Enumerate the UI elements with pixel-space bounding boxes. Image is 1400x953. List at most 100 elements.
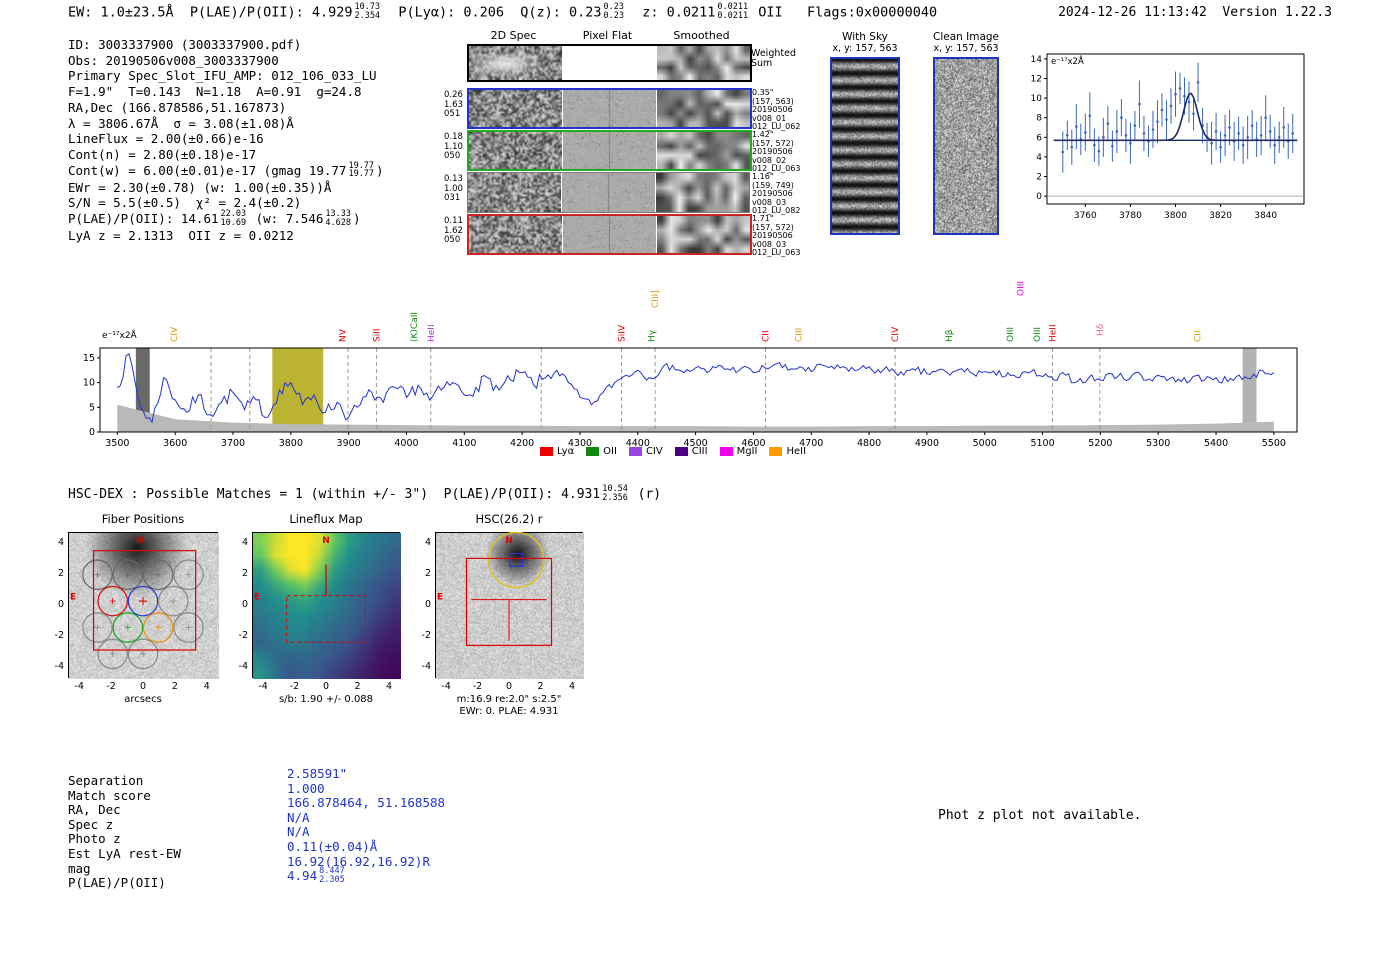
legend-item: HeII xyxy=(769,446,806,457)
with-sky-coords: x, y: 157, 563 xyxy=(832,43,898,54)
svg-text:OIII: OIII xyxy=(1017,281,1027,296)
match-row-label: mag xyxy=(68,860,91,876)
elixer-report-page: EW: 1.0±23.5Å P(LAE)/P(OII): 4.929 10.73 2… xyxy=(0,0,1400,953)
spectrum-legend: Lyα OII CIV CIII MgII HeII xyxy=(540,446,806,457)
x-tick-label: -4 xyxy=(74,681,84,692)
match-row-label: Separation xyxy=(68,773,144,788)
legend-swatch xyxy=(586,447,600,456)
spec2d-image xyxy=(469,216,562,253)
text-segment: RA,Dec (166.878586,51.167873) xyxy=(68,99,287,115)
text-segment: ) xyxy=(376,162,384,178)
text-segment: LyA z = 2.1313 OII z = 0.0212 xyxy=(68,228,294,244)
pixelflat-image xyxy=(563,46,656,80)
legend-item: OII xyxy=(586,446,617,457)
match-row-label: RA, Dec xyxy=(68,802,121,818)
svg-text:(K)CaII: (K)CaII xyxy=(410,312,420,342)
x-tick-label: 4 xyxy=(568,681,575,692)
x-tick-label: 4 xyxy=(203,681,210,692)
svg-text:CII: CII xyxy=(762,330,772,342)
spec2d-row-left-label: 0.26 1.63 051 xyxy=(444,90,463,119)
svg-text:3600: 3600 xyxy=(163,438,187,449)
text-segment: Cont(n) = 2.80(±0.18)e-17 xyxy=(68,146,257,162)
svg-text:CII: CII xyxy=(1194,330,1204,342)
match-row-label: Photo z xyxy=(68,831,121,847)
text-segment: ) xyxy=(352,211,361,227)
svg-text:N: N xyxy=(136,536,144,546)
svg-text:e⁻¹⁷x2Å: e⁻¹⁷x2Å xyxy=(102,329,138,341)
hsc-cutout-overlay: NE xyxy=(437,532,553,646)
spec2d-row-right-label: 0.35" (157, 563) 20190506 v008_01 012_LU_062 xyxy=(752,88,801,132)
legend-label: CIII xyxy=(691,446,708,457)
svg-text:E: E xyxy=(70,593,76,603)
y-tick-label: 4 xyxy=(241,536,248,548)
spec2d-row xyxy=(467,214,752,255)
svg-text:CIV: CIV xyxy=(891,326,901,342)
legend-label: OII xyxy=(603,446,617,457)
text-segment: P(Lyα): 0.206 Q(z): 0.23 xyxy=(382,4,602,21)
text-segment: λ = 3806.67Å σ = 3.08(±1.08)Å xyxy=(68,115,294,131)
full-spectrum-chart: 0510153500 3600 3700 3800 3900 4000 4100 4200 43… xyxy=(84,281,1298,449)
spec2d-row-right-label: 1.71" (157, 572) 20190506 v008_03 012_LU_063 xyxy=(752,214,801,258)
svg-text:OIII: OIII xyxy=(1006,327,1016,342)
svg-text:HeII: HeII xyxy=(427,324,437,342)
info-line: RA,Dec (166.878586,51.167873) xyxy=(68,100,384,116)
svg-text:4100: 4100 xyxy=(452,438,476,449)
text-segment: HSC-DEX : Possible Matches = 1 (within +… xyxy=(68,487,601,502)
info-line: F=1.9" T=0.143 N=1.18 A=0.91 g=24.8 xyxy=(68,84,384,100)
info-line: Primary Spec_Slot_IFU_AMP: 012_106_033_L… xyxy=(68,68,384,84)
text-segment: Primary Spec_Slot_IFU_AMP: 012_106_033_L… xyxy=(68,68,377,84)
info-line: LyA z = 2.1313 OII z = 0.0212 xyxy=(68,228,384,244)
text-segment: F=1.9" T=0.143 N=1.18 A=0.91 g=24.8 xyxy=(68,84,362,100)
text-segment: LineFlux = 2.00(±0.66)e-16 xyxy=(68,131,264,147)
svg-text:NV: NV xyxy=(338,328,348,342)
svg-text:0: 0 xyxy=(89,427,95,438)
match-row-value: 0.11(±0.04)Å xyxy=(287,838,378,854)
svg-text:3900: 3900 xyxy=(337,438,361,449)
text-segment: EWr = 2.30(±0.78) (w: 1.00(±0.35))Å xyxy=(68,179,332,195)
spec2d-image xyxy=(469,46,562,80)
x-tick-label: 4 xyxy=(385,681,392,692)
svg-text:4200: 4200 xyxy=(510,438,534,449)
smoothed-image xyxy=(657,216,750,253)
svg-text:4900: 4900 xyxy=(915,438,939,449)
legend-item: Lyα xyxy=(540,446,574,457)
svg-text:5200: 5200 xyxy=(1088,438,1112,449)
spec2d-image xyxy=(469,90,562,127)
y-tick-label: 4 xyxy=(424,536,431,548)
svg-text:2: 2 xyxy=(1036,173,1042,183)
stacked-uncertainty: 8.447 2.305 xyxy=(319,866,345,885)
stacked-uncertainty: 13.33 4.628 xyxy=(325,209,351,228)
text-segment: Obs: 20190506v008_3003337900 xyxy=(68,52,279,68)
svg-text:4000: 4000 xyxy=(394,438,418,449)
col-title-smoothed: Smoothed xyxy=(673,29,730,42)
svg-text:3700: 3700 xyxy=(221,438,245,449)
svg-text:3800: 3800 xyxy=(1164,211,1187,221)
y-tick-label: 0 xyxy=(424,599,431,610)
y-tick-label: -4 xyxy=(54,661,64,673)
svg-text:3500: 3500 xyxy=(105,438,129,449)
match-row-value: 16.92(16.92,16.92)R xyxy=(287,853,430,869)
legend-swatch xyxy=(719,447,733,456)
info-line: Cont(w) = 6.00(±0.01)e-17 (gmag 19.77 19.… xyxy=(68,162,384,180)
svg-text:5400: 5400 xyxy=(1204,438,1228,449)
y-tick-label: -4 xyxy=(421,661,431,673)
y-tick-label: 0 xyxy=(241,599,248,610)
legend-label: HeII xyxy=(786,446,807,457)
spec2d-row xyxy=(467,172,750,213)
match-row-value: 2.58591" xyxy=(287,766,348,781)
text-segment: (r) xyxy=(629,487,662,502)
svg-text:E: E xyxy=(254,593,260,603)
match-row-label: Spec z xyxy=(68,816,114,832)
svg-text:CIV: CIV xyxy=(170,326,180,342)
spec2d-row-left-label: 0.13 1.00 031 xyxy=(444,174,463,203)
spec2d-row xyxy=(467,88,752,129)
spec2d-row xyxy=(467,44,752,82)
info-line: Cont(n) = 2.80(±0.18)e-17 xyxy=(68,147,384,163)
x-tick-label: -4 xyxy=(258,681,268,692)
svg-text:Hδ: Hδ xyxy=(1096,323,1106,336)
stacked-uncertainty: 0.0211 0.0211 xyxy=(717,2,749,21)
svg-text:5000: 5000 xyxy=(973,438,997,449)
svg-text:OIII: OIII xyxy=(1033,327,1043,342)
legend-swatch xyxy=(628,447,642,456)
svg-text:3840: 3840 xyxy=(1254,211,1277,221)
